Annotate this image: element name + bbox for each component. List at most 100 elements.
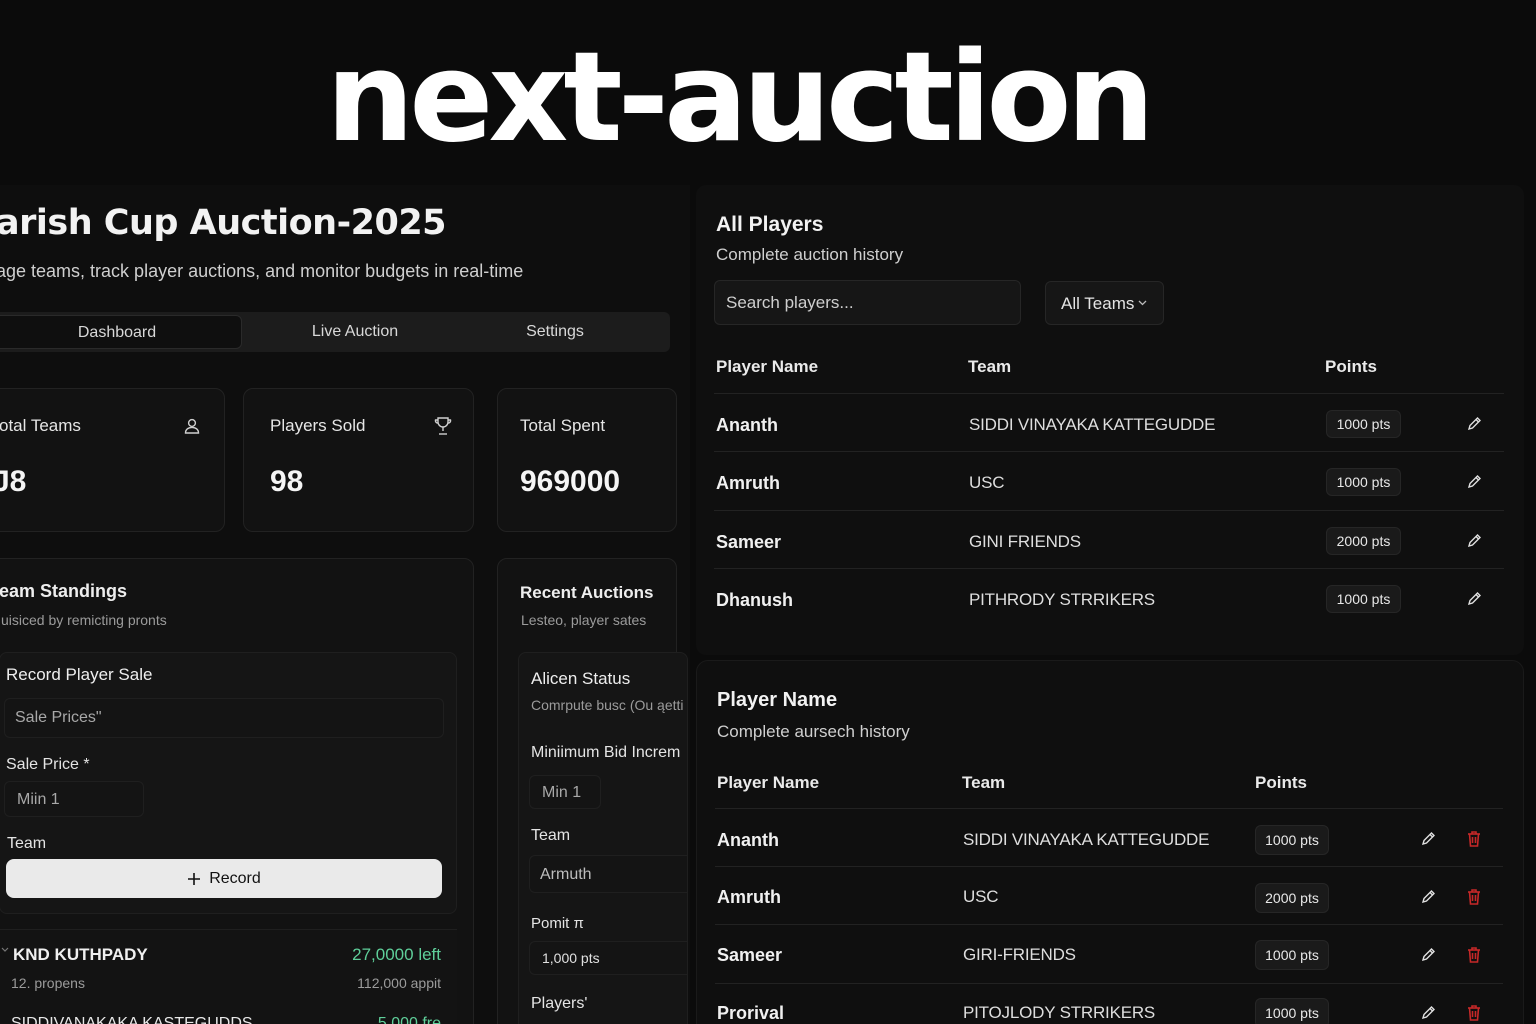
- tab-label: Dashboard: [77, 324, 157, 341]
- search-placeholder: Search players...: [726, 293, 854, 312]
- recent-auctions-card: Recent Auctions Lesteo, player sates Ali…: [497, 558, 688, 1024]
- points-badge: 1000 pts: [1326, 410, 1401, 438]
- all-players-title: All Players: [716, 213, 824, 236]
- tab-label: Live Auction: [311, 323, 399, 340]
- points-badge: 2000 pts: [1255, 883, 1329, 913]
- team-standings-card: eam Standings uisiced by remicting pront…: [0, 558, 474, 1024]
- all-players-card: All Players Complete auction history Sea…: [696, 185, 1524, 655]
- edit-icon[interactable]: [1420, 1005, 1436, 1021]
- player-team: USC: [963, 887, 999, 906]
- column-header-team: Team: [962, 773, 1006, 792]
- min-bid-label: Miniimum Bid Increm: [531, 744, 681, 761]
- list-item[interactable]: KND KUTHPADY 27,0000 left 12. propens 11…: [0, 938, 457, 998]
- tab-dashboard[interactable]: Dashboard: [0, 315, 242, 349]
- player-name: Prorival: [717, 1003, 785, 1023]
- team-label: Team: [7, 835, 47, 852]
- table-row[interactable]: Ananth SIDDI VINAYAKA KATTEGUDDE 1000 pt…: [715, 809, 1503, 867]
- player-name: Sameer: [716, 532, 782, 552]
- chevron-icon: [1, 946, 9, 954]
- player-team: USC: [969, 473, 1005, 492]
- standings-subtitle: uisiced by remicting pronts: [1, 612, 167, 628]
- table-row[interactable]: Sameer GIRI-FRIENDS 1000 pts: [715, 926, 1503, 984]
- stat-value: 98: [270, 465, 304, 498]
- list-item[interactable]: SIDDIVANAKAKA KASTEGUDDS 5,000 fre: [0, 1008, 457, 1024]
- column-header-player-name: Player Name: [716, 357, 819, 376]
- player-history-card: Player Name Complete aursech history Pla…: [696, 660, 1524, 1024]
- points-badge: 1000 pts: [1255, 825, 1329, 855]
- table-row[interactable]: Ananth SIDDI VINAYAKA KATTEGUDDE 1000 pt…: [714, 394, 1504, 452]
- edit-icon[interactable]: [1466, 533, 1482, 549]
- column-header-points: Points: [1255, 773, 1307, 792]
- players-label: Players': [531, 995, 588, 1012]
- hero-banner: next-auction: [0, 18, 1536, 178]
- points-badge: 1000 pts: [1326, 585, 1401, 613]
- min-input[interactable]: Miin 1: [4, 781, 144, 817]
- column-header-player-name: Player Name: [717, 773, 820, 792]
- edit-icon[interactable]: [1466, 474, 1482, 490]
- status-title: Alicen Status: [531, 669, 631, 688]
- record-button-label: Record: [209, 870, 261, 887]
- stat-card-total-spent: Total Spent 969000: [497, 388, 677, 532]
- tab-settings[interactable]: Settings: [470, 312, 640, 352]
- table-row[interactable]: Sameer GINI FRIENDS 2000 pts: [714, 512, 1504, 569]
- app-title: next-auction: [326, 26, 1155, 170]
- sale-price-input[interactable]: Sale Prices": [4, 698, 444, 738]
- edit-icon[interactable]: [1420, 831, 1436, 847]
- input-placeholder: Miin 1: [17, 791, 60, 808]
- table-row[interactable]: Prorival PITOJLODY STRRIKERS 1000 pts: [715, 985, 1503, 1024]
- auction-status-panel: Alicen Status Comrpute busc (Ou ąetti Mi…: [518, 652, 688, 1024]
- trash-icon[interactable]: [1467, 1004, 1481, 1021]
- sale-price-label: Sale Price *: [6, 756, 90, 773]
- stat-value: 969000: [520, 465, 621, 498]
- page-subtitle: age teams, track player auctions, and mo…: [0, 261, 524, 281]
- search-input[interactable]: Search players...: [714, 280, 1021, 325]
- player-team: GINI FRIENDS: [969, 532, 1081, 551]
- trash-icon[interactable]: [1467, 830, 1481, 847]
- standings-list: KND KUTHPADY 27,0000 left 12. propens 11…: [0, 929, 457, 1024]
- player-name: Ananth: [716, 415, 778, 435]
- record-button[interactable]: Record: [6, 859, 442, 898]
- trash-icon[interactable]: [1467, 888, 1481, 905]
- stat-label: otal Teams: [0, 416, 81, 435]
- form-title: Record Player Sale: [6, 665, 153, 684]
- users-icon: [183, 417, 201, 435]
- player-team: PITHRODY STRRIKERS: [969, 590, 1155, 609]
- points-input[interactable]: 1,000 pts: [529, 941, 687, 975]
- trophy-icon: [434, 416, 452, 436]
- input-value: 1,000 pts: [542, 950, 600, 966]
- team-name: KND KUTHPADY: [13, 945, 148, 964]
- tab-live-auction[interactable]: Live Auction: [250, 312, 460, 352]
- trash-icon[interactable]: [1467, 946, 1481, 963]
- edit-icon[interactable]: [1420, 889, 1436, 905]
- plus-icon: [187, 872, 201, 886]
- table-row[interactable]: Amruth USC 2000 pts: [715, 868, 1503, 925]
- player-history-title: Player Name: [717, 689, 838, 711]
- min-bid-input[interactable]: Min 1: [529, 775, 601, 809]
- column-header-points: Points: [1325, 357, 1377, 376]
- standings-title: eam Standings: [0, 581, 128, 601]
- table-row[interactable]: Dhanush PITHRODY STRRIKERS 1000 pts: [714, 570, 1504, 628]
- player-team: SIDDI VINAYAKA KATTEGUDDE: [969, 415, 1216, 434]
- player-history-subtitle: Complete aursech history: [717, 722, 910, 741]
- player-name: Ananth: [717, 830, 779, 850]
- player-team: PITOJLODY STRRIKERS: [963, 1003, 1156, 1022]
- recent-title: Recent Auctions: [520, 583, 654, 602]
- points-badge: 2000 pts: [1326, 527, 1401, 555]
- team-select[interactable]: Armuth: [529, 855, 687, 893]
- all-players-subtitle: Complete auction history: [716, 245, 904, 264]
- table-row[interactable]: Amruth USC 1000 pts: [714, 453, 1504, 511]
- player-team: GIRI-FRIENDS: [963, 945, 1076, 964]
- edit-icon[interactable]: [1466, 591, 1482, 607]
- edit-icon[interactable]: [1466, 416, 1482, 432]
- filter-label: All Teams: [1061, 294, 1135, 313]
- player-name: Dhanush: [716, 590, 794, 610]
- edit-icon[interactable]: [1420, 947, 1436, 963]
- record-sale-form: Record Player Sale Sale Prices" Sale Pri…: [0, 652, 457, 914]
- points-badge: 1000 pts: [1326, 468, 1401, 496]
- select-value: Armuth: [540, 866, 592, 883]
- player-name: Amruth: [716, 473, 780, 493]
- chevron-down-icon: [1138, 300, 1147, 306]
- team-filter-select[interactable]: All Teams: [1045, 281, 1164, 325]
- input-value: Min 1: [542, 784, 582, 801]
- recent-subtitle: Lesteo, player sates: [521, 612, 647, 628]
